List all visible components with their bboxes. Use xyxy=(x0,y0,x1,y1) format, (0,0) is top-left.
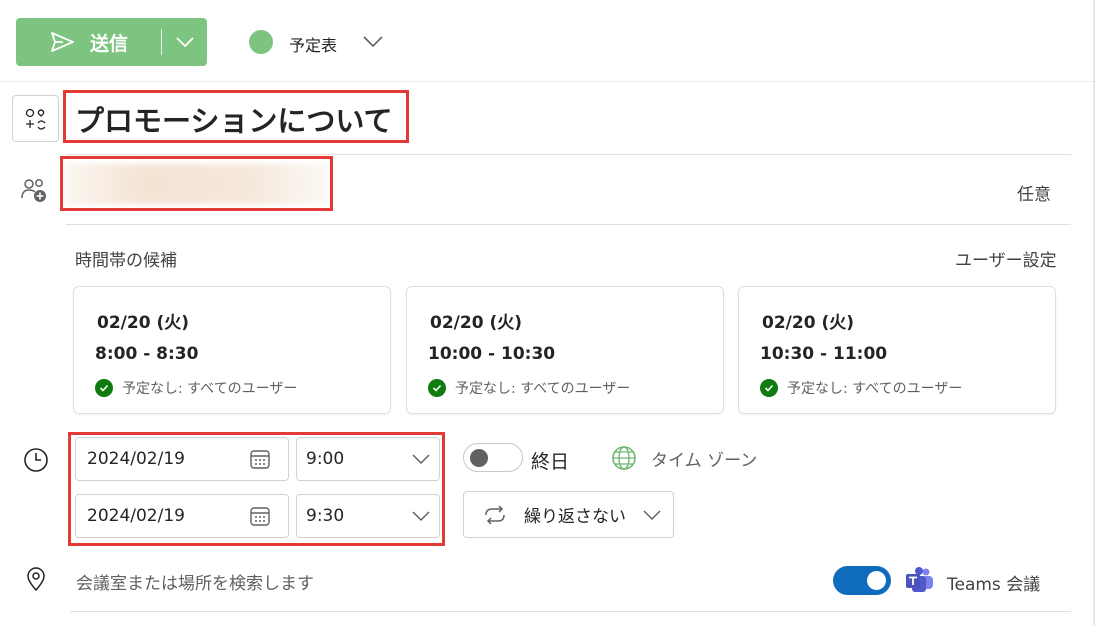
toggle-knob xyxy=(867,571,886,590)
slot-time: 10:30 - 11:00 xyxy=(760,344,888,364)
chevron-down-icon xyxy=(175,37,194,48)
attendees-input[interactable] xyxy=(60,156,333,211)
chevron-down-icon xyxy=(643,509,661,520)
send-button-group: 送信 xyxy=(16,18,207,66)
teams-meeting-toggle[interactable] xyxy=(833,566,891,595)
allday-toggle[interactable] xyxy=(463,443,523,472)
optional-attendees-link[interactable]: 任意 xyxy=(1017,180,1051,205)
slot-status: 予定なし: すべてのユーザー xyxy=(95,378,297,398)
timezone-button[interactable]: タイム ゾーン xyxy=(651,446,757,471)
slot-status: 予定なし: すべてのユーザー xyxy=(428,378,630,398)
slot-status: 予定なし: すべてのユーザー xyxy=(760,378,962,398)
slot-date: 02/20 (火) xyxy=(762,313,854,333)
divider xyxy=(66,154,1071,155)
divider xyxy=(66,224,1071,225)
panel-border xyxy=(1093,0,1095,625)
slot-time: 8:00 - 8:30 xyxy=(95,344,199,364)
slot-status-text: 予定なし: すべてのユーザー xyxy=(787,381,963,397)
send-icon xyxy=(51,32,74,52)
slot-date: 02/20 (火) xyxy=(97,313,189,333)
category-icon-button[interactable] xyxy=(12,95,59,142)
chevron-down-icon[interactable] xyxy=(362,34,384,48)
clock-icon xyxy=(24,448,48,472)
check-circle-icon xyxy=(760,379,778,397)
check-circle-icon xyxy=(95,379,113,397)
teams-meeting-label: Teams 会議 xyxy=(947,575,1041,595)
repeat-dropdown[interactable]: 繰り返さない xyxy=(463,491,674,538)
repeat-label: 繰り返さない xyxy=(524,507,626,527)
scheduling-assistant-link[interactable]: ユーザー設定 xyxy=(955,246,1057,271)
check-circle-icon xyxy=(428,379,446,397)
send-label: 送信 xyxy=(90,32,129,55)
toggle-knob xyxy=(470,449,488,467)
divider xyxy=(70,611,1071,612)
category-icon xyxy=(25,108,45,130)
send-options-button[interactable] xyxy=(162,18,207,66)
repeat-icon xyxy=(485,504,505,525)
allday-label: 終日 xyxy=(531,451,570,473)
suggested-slot-card[interactable]: 02/20 (火) 10:30 - 11:00 予定なし: すべてのユーザー xyxy=(738,286,1056,414)
calendar-selector-label[interactable]: 予定表 xyxy=(289,32,337,56)
location-search-input[interactable]: 会議室または場所を検索します xyxy=(76,569,314,594)
suggested-times-heading: 時間帯の候補 xyxy=(75,251,177,271)
calendar-color-dot xyxy=(249,30,273,54)
add-people-icon xyxy=(21,179,46,202)
suggested-slot-card[interactable]: 02/20 (火) 10:00 - 10:30 予定なし: すべてのユーザー xyxy=(406,286,724,414)
slot-date: 02/20 (火) xyxy=(430,313,522,333)
slot-status-text: 予定なし: すべてのユーザー xyxy=(122,381,298,397)
slot-status-text: 予定なし: すべてのユーザー xyxy=(455,381,631,397)
teams-icon xyxy=(906,567,933,592)
send-button[interactable]: 送信 xyxy=(16,18,161,66)
slot-time: 10:00 - 10:30 xyxy=(428,344,556,364)
suggested-slot-card[interactable]: 02/20 (火) 8:00 - 8:30 予定なし: すべてのユーザー xyxy=(73,286,391,414)
datetime-highlight-box xyxy=(68,432,445,546)
location-pin-icon xyxy=(27,567,45,592)
globe-icon xyxy=(612,446,636,470)
event-title-input[interactable]: プロモーションについて xyxy=(75,98,393,140)
